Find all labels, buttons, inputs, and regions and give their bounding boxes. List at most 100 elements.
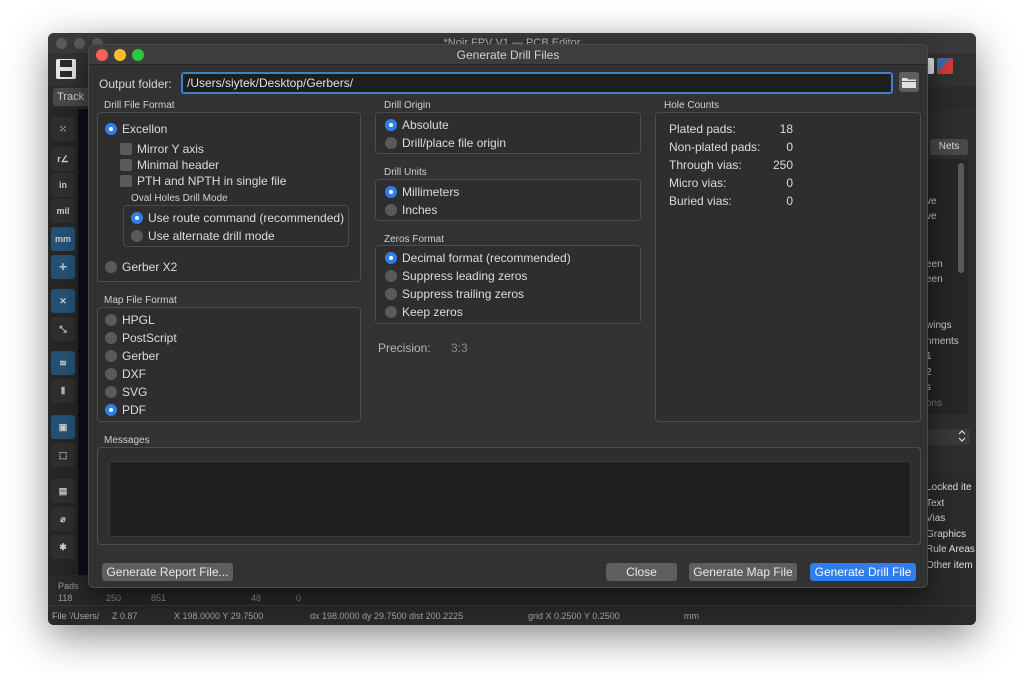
- filter-locked-items[interactable]: Locked ite: [926, 482, 976, 493]
- list-item[interactable]: ve: [926, 196, 976, 207]
- map-pdf-radio[interactable]: PDF: [105, 403, 146, 417]
- alternate-drill-mode-radio[interactable]: Use alternate drill mode: [131, 229, 275, 243]
- filter-text[interactable]: Text: [926, 498, 976, 509]
- filter-graphics[interactable]: Graphics: [926, 529, 976, 540]
- high-contrast-icon[interactable]: ≋: [51, 351, 75, 375]
- scripting-icon[interactable]: [937, 58, 953, 74]
- track-width-select[interactable]: Track: [53, 88, 91, 106]
- window-controls: [96, 49, 144, 61]
- zeros-suppress-leading-radio[interactable]: Suppress leading zeros: [385, 269, 527, 283]
- pads-value: 118: [58, 593, 73, 603]
- unrouted-value: 0: [296, 593, 302, 603]
- drill-units-title: Drill Units: [384, 167, 427, 178]
- units-mm-icon[interactable]: mm: [51, 227, 75, 251]
- pad-display-icon[interactable]: ▤: [51, 479, 75, 503]
- drill-file-format-title: Drill File Format: [104, 100, 175, 111]
- status-units: mm: [684, 611, 699, 621]
- layer-presets-select[interactable]: [926, 429, 970, 445]
- list-item[interactable]: 2: [926, 367, 976, 378]
- track-display-icon[interactable]: ✱: [51, 535, 75, 559]
- list-item[interactable]: een: [926, 274, 976, 285]
- left-toolbar: ⁙ r∠ in mil mm ✛ ✕ ⤡ ≋ ⫴ ▣ ⬚ ▤ ⌀ ✱: [48, 109, 78, 589]
- save-icon[interactable]: [54, 57, 78, 81]
- grid-icon[interactable]: ⁙: [51, 117, 75, 141]
- zone-fill-icon[interactable]: ▣: [51, 415, 75, 439]
- tab-nets[interactable]: Nets: [930, 139, 968, 155]
- excellon-radio[interactable]: Excellon: [105, 122, 167, 136]
- minimal-header-checkbox[interactable]: Minimal header: [120, 158, 219, 172]
- zeros-suppress-trailing-radio[interactable]: Suppress trailing zeros: [385, 287, 524, 301]
- micro-vias-value: 0: [786, 176, 793, 190]
- status-zoom: Z 0.87: [112, 611, 138, 621]
- status-xy: X 198.0000 Y 29.7500: [174, 611, 264, 621]
- list-item[interactable]: nments: [926, 336, 976, 347]
- list-item[interactable]: 1: [926, 351, 976, 362]
- chevron-updown-icon: [958, 430, 966, 443]
- origin-file-origin-radio[interactable]: Drill/place file origin: [385, 136, 506, 150]
- generate-map-file-button[interactable]: Generate Map File: [689, 563, 797, 581]
- generate-drill-file-button[interactable]: Generate Drill File: [810, 563, 916, 581]
- generate-report-button[interactable]: Generate Report File...: [102, 563, 233, 581]
- close-window-icon[interactable]: [96, 49, 108, 61]
- micro-vias-label: Micro vias:: [669, 176, 727, 190]
- units-millimeters-radio[interactable]: Millimeters: [385, 185, 459, 199]
- filter-other-items[interactable]: Other item: [926, 560, 976, 571]
- units-inches-radio[interactable]: Inches: [385, 203, 437, 217]
- status-file: File '/Users/: [52, 611, 100, 621]
- output-folder-input[interactable]: /Users/siytek/Desktop/Gerbers/: [181, 72, 893, 94]
- through-vias-label: Through vias:: [669, 158, 742, 172]
- origin-absolute-radio[interactable]: Absolute: [385, 118, 449, 132]
- zeros-format-title: Zeros Format: [384, 234, 445, 245]
- list-item[interactable]: ons: [926, 398, 976, 409]
- via-display-icon[interactable]: ⌀: [51, 507, 75, 531]
- net-highlight-icon[interactable]: ⫴: [51, 379, 75, 403]
- filter-vias[interactable]: Vias: [926, 513, 976, 524]
- ratsnest-icon[interactable]: ✕: [51, 289, 75, 313]
- through-vias-value: 250: [772, 158, 793, 172]
- map-svg-radio[interactable]: SVG: [105, 385, 147, 399]
- filter-rule-areas[interactable]: Rule Areas: [926, 544, 976, 555]
- buried-vias-value: 0: [786, 194, 793, 208]
- map-postscript-radio[interactable]: PostScript: [105, 331, 177, 345]
- messages-title: Messages: [104, 435, 150, 446]
- browse-folder-button[interactable]: [899, 72, 919, 92]
- zoom-window-icon[interactable]: [132, 49, 144, 61]
- curved-ratsnest-icon[interactable]: ⤡: [51, 317, 75, 341]
- list-item[interactable]: ve: [926, 211, 976, 222]
- mirror-y-checkbox[interactable]: Mirror Y axis: [120, 142, 204, 156]
- zeros-keep-radio[interactable]: Keep zeros: [385, 305, 463, 319]
- generate-drill-files-dialog: Generate Drill Files Output folder: /Use…: [88, 44, 928, 588]
- pads-label: Pads: [58, 581, 79, 591]
- units-inch-icon[interactable]: in: [51, 173, 75, 197]
- vias-value: 250: [106, 593, 122, 603]
- oval-holes-title: Oval Holes Drill Mode: [131, 193, 228, 204]
- precision-value: 3:3: [451, 341, 468, 355]
- use-route-command-radio[interactable]: Use route command (recommended): [131, 211, 344, 225]
- non-plated-pads-value: 0: [786, 140, 793, 154]
- zeros-decimal-radio[interactable]: Decimal format (recommended): [385, 251, 571, 265]
- map-dxf-radio[interactable]: DXF: [105, 367, 146, 381]
- map-gerber-radio[interactable]: Gerber: [105, 349, 159, 363]
- close-button[interactable]: Close: [606, 563, 677, 581]
- non-plated-pads-label: Non-plated pads:: [669, 140, 761, 154]
- list-item[interactable]: wings: [926, 320, 976, 331]
- list-item[interactable]: een: [926, 259, 976, 270]
- status-bar: File '/Users/ Z 0.87 X 198.0000 Y 29.750…: [48, 605, 976, 625]
- drill-origin-title: Drill Origin: [384, 100, 431, 111]
- pth-npth-single-file-checkbox[interactable]: PTH and NPTH in single file: [120, 174, 286, 188]
- messages-output[interactable]: [109, 461, 911, 537]
- units-mil-icon[interactable]: mil: [51, 199, 75, 223]
- map-file-format-title: Map File Format: [104, 295, 177, 306]
- list-item[interactable]: s: [926, 382, 976, 393]
- map-hpgl-radio[interactable]: HPGL: [105, 313, 155, 327]
- plated-pads-label: Plated pads:: [669, 122, 736, 136]
- dialog-title: Generate Drill Files: [89, 45, 927, 65]
- hole-counts-title: Hole Counts: [664, 100, 720, 111]
- output-folder-label: Output folder:: [99, 77, 172, 91]
- zone-outline-icon[interactable]: ⬚: [51, 443, 75, 467]
- minimize-window-icon[interactable]: [114, 49, 126, 61]
- cursor-icon[interactable]: ✛: [51, 255, 75, 279]
- polar-coords-icon[interactable]: r∠: [51, 147, 75, 171]
- tracks-value: 851: [151, 593, 167, 603]
- gerber-x2-radio[interactable]: Gerber X2: [105, 260, 177, 274]
